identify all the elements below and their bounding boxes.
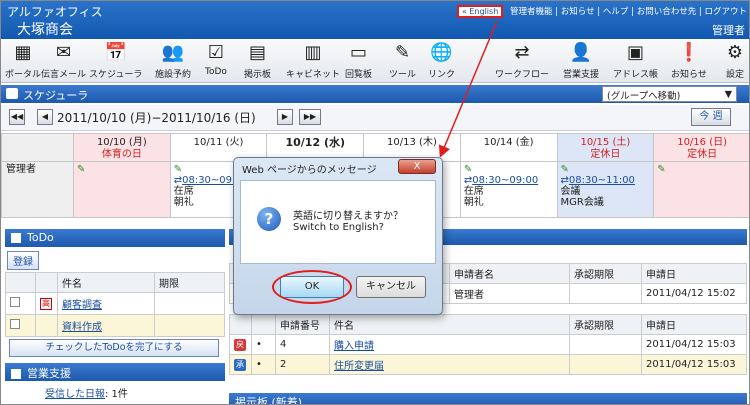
- highlight-circle: [272, 270, 352, 304]
- dialog-message-en: Switch to English?: [293, 222, 384, 233]
- dialog-title: Web ページからのメッセージ: [242, 165, 377, 176]
- cancel-button[interactable]: キャンセル: [356, 276, 426, 298]
- message-dialog: Web ページからのメッセージ X ? 英語に切り替えますか？ Switch t…: [233, 157, 443, 315]
- annotation-arrow: [438, 20, 498, 158]
- dialog-footer: OK キャンセル: [240, 266, 436, 310]
- question-icon: ?: [257, 207, 281, 231]
- close-button[interactable]: X: [398, 159, 436, 174]
- dialog-message-jp: 英語に切り替えますか？: [293, 211, 403, 222]
- application-window: アルファオフィス 大塚商会 « English 管理者機能 | お知らせ | ヘ…: [0, 0, 750, 405]
- dialog-body: ? 英語に切り替えますか？ Switch to English?: [240, 180, 436, 264]
